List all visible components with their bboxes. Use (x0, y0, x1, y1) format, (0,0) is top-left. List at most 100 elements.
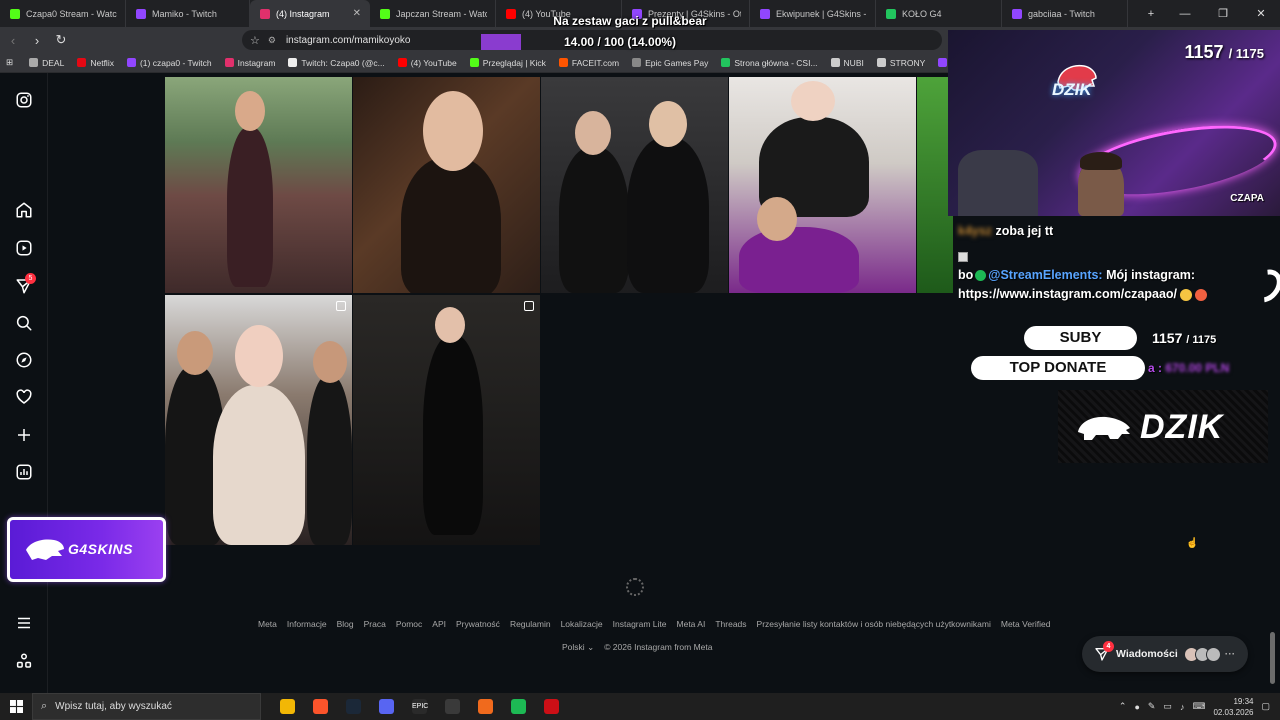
browser-tab[interactable]: Czapa0 Stream - Watch Li (0, 0, 126, 27)
footer-link[interactable]: Instagram Lite (613, 619, 667, 629)
windows-start-button[interactable] (0, 693, 32, 720)
post-thumbnail[interactable] (165, 295, 352, 545)
create-plus-icon[interactable] (14, 425, 34, 445)
footer-link[interactable]: Praca (364, 619, 386, 629)
bookmark-item[interactable]: Instagram (224, 58, 275, 68)
back-button[interactable]: ‹ (2, 29, 24, 51)
footer-link[interactable]: API (432, 619, 446, 629)
post-thumbnail[interactable] (353, 77, 540, 293)
home-icon[interactable] (14, 200, 34, 220)
messages-label: Wiadomości (1116, 648, 1178, 660)
footer-link[interactable]: Threads (715, 619, 746, 629)
bookmark-item[interactable]: Twitch: Czapa0 (@c... (288, 57, 385, 68)
windows-logo-icon (9, 700, 23, 713)
direct-icon[interactable]: 5 (14, 273, 36, 296)
bookmark-label: Twitch: Czapa0 (@c... (301, 57, 385, 68)
site-info-icon[interactable]: ⚙ (268, 35, 276, 46)
footer-link[interactable]: Lokalizacje (561, 619, 603, 629)
bookmark-item[interactable]: STRONY (876, 58, 925, 68)
notifications-heart-icon[interactable] (14, 387, 34, 407)
tab-favicon-icon (260, 8, 270, 19)
network-icon[interactable]: ▭ (1163, 701, 1172, 712)
bookmark-item[interactable]: DEAL (29, 58, 64, 68)
messages-button[interactable]: 4 Wiadomości ··· (1082, 636, 1248, 672)
post-thumbnail[interactable] (729, 77, 916, 293)
bookmark-item[interactable]: (4) YouTube (397, 57, 457, 68)
maximize-button[interactable]: ❐ (1204, 0, 1242, 27)
dashboard-icon[interactable] (14, 462, 34, 482)
footer-link[interactable]: Prywatność (456, 619, 500, 629)
reels-icon[interactable] (14, 238, 34, 258)
more-menu-icon[interactable] (14, 613, 34, 633)
keyboard-icon[interactable]: ⌨ (1192, 701, 1205, 712)
tab-favicon-icon (886, 8, 896, 19)
footer-link[interactable]: Meta (258, 619, 277, 629)
bookmark-item[interactable]: (1) czapa0 - Twitch (126, 58, 212, 68)
taskbar-search-box[interactable]: ⌕ Wpisz tutaj, aby wyszukać (32, 693, 261, 720)
top-donate-label: TOP DONATE (971, 356, 1145, 380)
browser-tab[interactable]: Mamiko - Twitch (126, 0, 250, 27)
bookmark-item[interactable]: Netflix (77, 58, 114, 68)
browser-tab[interactable]: gabciiaa - Twitch (1002, 0, 1128, 27)
post-thumbnail[interactable] (353, 295, 540, 545)
footer-link[interactable]: Meta Verified (1001, 619, 1051, 629)
footer-link[interactable]: Informacje (287, 619, 327, 629)
bookmark-item[interactable]: NUBI (830, 58, 864, 68)
taskbar-app[interactable] (370, 693, 403, 720)
browser-tab[interactable]: (4) Instagram ✕ (250, 0, 370, 27)
footer-link[interactable]: Blog (337, 619, 354, 629)
footer-link[interactable]: Meta AI (677, 619, 706, 629)
volume-icon[interactable]: ♪ (1180, 702, 1185, 712)
taskbar-clock[interactable]: 19:34 02.03.2026 (1213, 696, 1253, 718)
post-thumbnail[interactable] (541, 77, 728, 293)
browser-tab[interactable]: KOŁO G4 (876, 0, 1002, 27)
bookmark-favicon-icon (77, 58, 87, 67)
notification-center-icon[interactable]: ▢ (1261, 701, 1270, 712)
apps-grid-icon[interactable]: ⊞ (6, 57, 13, 68)
bookmark-star-icon[interactable]: ☆ (250, 34, 260, 47)
close-tab-icon[interactable]: ✕ (353, 8, 361, 19)
taskbar-app[interactable]: EPIC (403, 693, 436, 720)
taskbar-app[interactable] (535, 693, 568, 720)
taskbar-app[interactable] (502, 693, 535, 720)
taskbar-app[interactable] (304, 693, 337, 720)
taskbar-app[interactable] (271, 693, 304, 720)
new-tab-button[interactable]: + (1136, 0, 1166, 27)
microphone-icon[interactable]: ● (1134, 702, 1139, 712)
search-icon[interactable] (14, 313, 34, 333)
taskbar-app[interactable] (436, 693, 469, 720)
forward-button[interactable]: › (26, 29, 48, 51)
post-thumbnail[interactable] (165, 77, 352, 293)
tab-label: Ekwipunek | G4Skins - Otw (776, 8, 867, 19)
chevron-down-icon: ⌄ (587, 642, 595, 652)
language-selector[interactable]: Polski ⌄ (562, 642, 594, 653)
bookmark-item[interactable]: Epic Games Pay (632, 58, 708, 68)
footer-link[interactable]: Pomoc (396, 619, 422, 629)
taskbar-app[interactable] (337, 693, 370, 720)
g4skins-sponsor-banner: G4SKINS (7, 517, 166, 582)
chevron-up-icon[interactable]: ⌃ (1119, 701, 1127, 712)
bookmark-item[interactable]: Strona główna - CSI... (721, 58, 818, 68)
footer-link[interactable]: Regulamin (510, 619, 551, 629)
subs-value: 1157 (1152, 330, 1183, 346)
reload-button[interactable]: ↻ (50, 29, 72, 51)
explore-icon[interactable] (14, 350, 34, 370)
bookmark-item[interactable]: FACEIT.com (558, 58, 619, 68)
browser-tab[interactable]: Japczan Stream - Watch Li (370, 0, 496, 27)
page-scrollbar[interactable] (1270, 632, 1275, 684)
pen-icon[interactable]: ✎ (1148, 701, 1156, 712)
close-window-button[interactable]: ✕ (1242, 0, 1280, 27)
instagram-logo-icon[interactable] (14, 90, 34, 110)
taskbar-app[interactable] (469, 693, 502, 720)
url-text: instagram.com/mamikoyoko (285, 34, 411, 46)
g4skins-text: G4SKINS (68, 541, 133, 557)
browser-tab[interactable]: Ekwipunek | G4Skins - Otw (750, 0, 876, 27)
streamer-webcam: DZIK 1157 / 1175 CZAPA (948, 30, 1280, 216)
chat-username: k4ysz (958, 224, 993, 238)
chat-message: bo @StreamElements: Mój instagram: https:… (958, 247, 1268, 304)
bookmark-item[interactable]: Przeglądaj | Kick (469, 58, 546, 68)
footer-link[interactable]: Przesyłanie listy kontaktów i osób niebę… (757, 619, 991, 629)
bookmark-label: (4) YouTube (410, 57, 457, 68)
minimize-button[interactable]: — (1166, 0, 1204, 27)
meta-apps-icon[interactable] (14, 651, 34, 671)
